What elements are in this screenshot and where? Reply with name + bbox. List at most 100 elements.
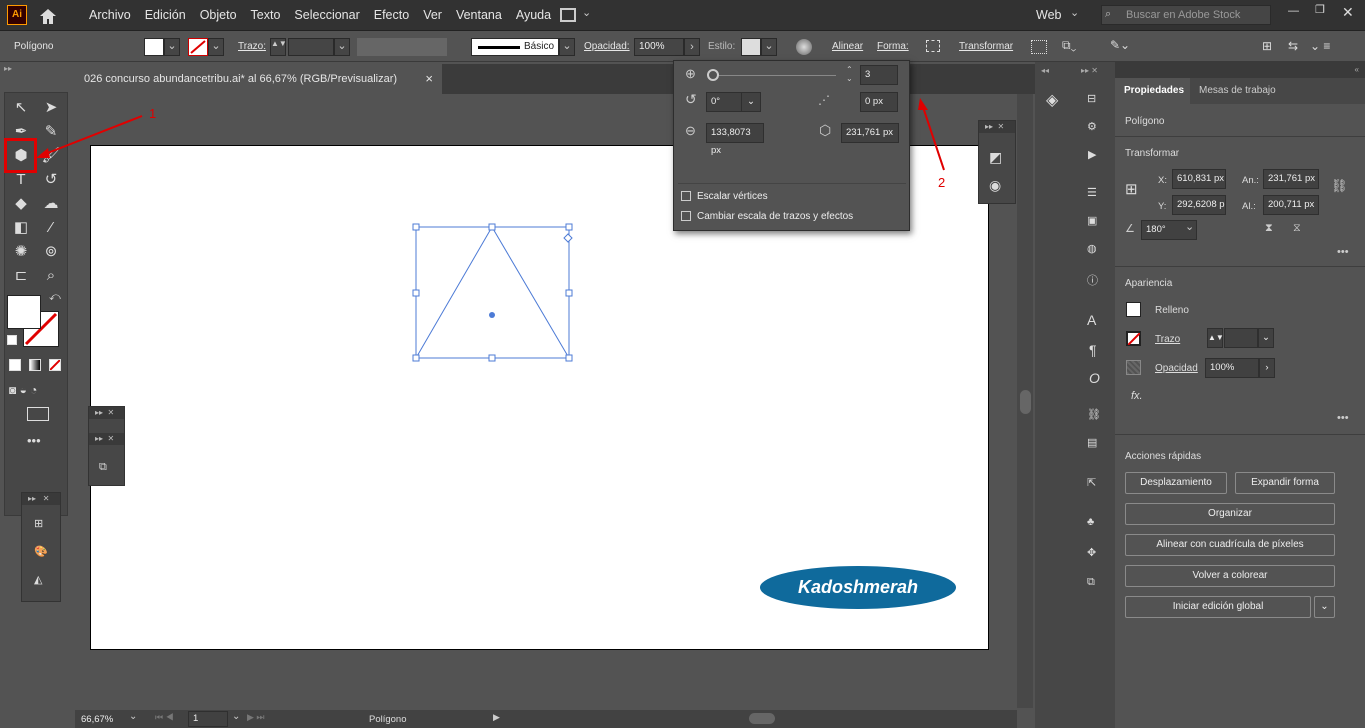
brush-dropdown[interactable]: ⌄ — [559, 38, 575, 56]
menu-icon[interactable]: ⌄ ≡ — [1310, 39, 1330, 53]
close-tab-icon[interactable]: × — [425, 64, 433, 94]
document-tab[interactable]: 026 concurso abundancetribu.ai* al 66,67… — [75, 64, 442, 94]
color-mode-icon[interactable] — [9, 359, 21, 371]
global-edit-dropdown[interactable]: ⌄ — [1314, 596, 1335, 618]
appearance-stroke-label[interactable]: Trazo — [1155, 334, 1180, 345]
stroke-dropdown[interactable]: ⌄ — [208, 38, 224, 56]
appearance-opacity-label[interactable]: Opacidad — [1155, 363, 1198, 374]
artboard-number-input[interactable]: 1 — [188, 711, 228, 727]
radius-input[interactable]: 133,8073 px — [706, 123, 764, 156]
offset-path-button[interactable]: Desplazamiento — [1125, 472, 1227, 494]
vertical-scroll-thumb[interactable] — [1020, 390, 1031, 414]
arrange-documents-icon[interactable] — [560, 8, 576, 22]
status-menu-arrow[interactable]: ▶ — [493, 712, 500, 723]
scale-vertices-checkbox[interactable] — [681, 191, 691, 202]
appearance-icon[interactable]: ◉ — [989, 177, 1001, 194]
symbols-panel-icon[interactable]: ♣ — [1087, 516, 1094, 528]
export-icon[interactable]: ⇱ — [1087, 476, 1096, 489]
tab-properties[interactable]: Propiedades — [1115, 78, 1194, 104]
menu-seleccionar[interactable]: Seleccionar — [287, 0, 366, 30]
screen-mode-icon[interactable] — [27, 407, 49, 421]
actions-play-icon[interactable]: ▶ — [1088, 148, 1096, 161]
appearance-more-options[interactable]: ••• — [1337, 412, 1349, 424]
menu-objeto[interactable]: Objeto — [193, 0, 244, 30]
transform-more-options[interactable]: ••• — [1337, 246, 1349, 258]
x-input[interactable]: 610,831 px — [1172, 169, 1226, 189]
stroke-weight-label[interactable]: Trazo: — [238, 41, 266, 52]
scale-vertices-option[interactable]: Escalar vértices — [681, 191, 768, 202]
paragraph-panel-icon[interactable]: ¶ — [1089, 342, 1097, 358]
transform-link[interactable]: Transformar — [959, 41, 1013, 52]
variable-width-profile[interactable] — [357, 38, 447, 56]
appearance-stroke-stepper[interactable]: ▲▼ — [1207, 328, 1224, 348]
selection-tool-icon[interactable]: ↖ — [10, 97, 32, 119]
appearance-stroke-weight-input[interactable] — [1224, 328, 1258, 348]
y-input[interactable]: 292,6208 p — [1172, 195, 1226, 215]
menu-archivo[interactable]: Archivo — [82, 0, 138, 30]
document-info-icon[interactable]: ▤ — [1087, 436, 1097, 449]
swap-colors-icon[interactable]: ⤺ — [49, 291, 61, 304]
sides-input[interactable]: 3 — [860, 65, 898, 85]
opacity-arrow[interactable]: › — [684, 38, 700, 56]
align-link[interactable]: Alinear — [832, 41, 863, 52]
artboard-tool-icon[interactable]: ⊏ — [10, 265, 32, 287]
stroke-weight-input[interactable] — [288, 38, 334, 56]
expand-shape-button[interactable]: Expandir forma — [1235, 472, 1335, 494]
pathfinder-icon[interactable]: ⧉ — [99, 461, 107, 474]
puppet-icon[interactable]: ✥ — [1087, 546, 1096, 559]
flip-vertical-icon[interactable]: ⧖ — [1293, 222, 1301, 235]
style-swatch[interactable] — [741, 38, 761, 56]
none-mode-icon[interactable] — [49, 359, 61, 371]
stroke-swatch[interactable] — [188, 38, 208, 56]
first-artboard-icon[interactable]: ⏮ ◀ — [155, 712, 174, 723]
fill-swatch[interactable] — [144, 38, 164, 56]
minimize-icon[interactable]: — — [1288, 5, 1299, 17]
gradient-panel-icon[interactable]: ◭ — [34, 573, 42, 586]
opacity-label[interactable]: Opacidad: — [584, 41, 630, 52]
home-icon[interactable] — [38, 7, 58, 25]
arrange-button[interactable]: Organizar — [1125, 503, 1335, 525]
constrain-proportions-icon[interactable]: ⛓ — [1331, 178, 1348, 194]
asset-export-icon[interactable]: ⧉ — [1087, 576, 1095, 589]
appearance-fill-swatch[interactable] — [1126, 302, 1141, 317]
menu-efecto[interactable]: Efecto — [367, 0, 416, 30]
fx-icon[interactable]: fx. — [1131, 390, 1143, 402]
recolor-artwork-icon[interactable] — [796, 39, 812, 55]
edit-toolbar-icon[interactable]: ••• — [27, 433, 41, 448]
align-pixel-grid-button[interactable]: Alinear con cuadrícula de píxeles — [1125, 534, 1335, 556]
symbol-sprayer-tool-icon[interactable]: ✺ — [10, 241, 32, 263]
reference-point-icon[interactable]: ⊞ — [1125, 180, 1138, 198]
navigator-icon[interactable]: ⊞ — [34, 517, 43, 530]
brush-definition[interactable]: Básico — [471, 38, 559, 56]
transparency-panel-icon[interactable]: ◍ — [1087, 242, 1097, 255]
menu-ver[interactable]: Ver — [416, 0, 449, 30]
workspace-chevron-icon[interactable]: ⌄ — [1070, 6, 1079, 19]
transform-panel-icon[interactable]: ⊟ — [1087, 92, 1096, 105]
layers-icon[interactable]: ◈ — [1046, 90, 1058, 110]
vertical-scrollbar[interactable] — [1017, 94, 1033, 708]
puppet-warp-icon[interactable]: ⧉⌄ — [1062, 38, 1076, 53]
scale-strokes-checkbox[interactable] — [681, 211, 691, 222]
image-trace-icon[interactable]: ◩ — [989, 149, 1002, 166]
warp-tool-icon[interactable]: ☁ — [40, 193, 62, 215]
shape-properties-icon[interactable] — [926, 40, 940, 52]
maximize-icon[interactable]: ❐ — [1315, 3, 1325, 16]
appearance-stroke-swatch[interactable] — [1126, 331, 1141, 346]
next-artboard-icon[interactable]: ▶ ⏭ — [247, 712, 265, 723]
side-length-input[interactable]: 231,761 px — [841, 123, 899, 143]
menu-ventana[interactable]: Ventana — [449, 0, 509, 30]
distribute-icon[interactable]: ⇆ — [1288, 39, 1298, 53]
info-panel-icon[interactable]: ⓘ — [1087, 272, 1098, 288]
isolate-icon[interactable] — [1031, 40, 1047, 54]
appearance-stroke-dropdown[interactable]: ⌄ — [1258, 328, 1274, 348]
sides-slider[interactable] — [710, 75, 836, 76]
menu-ayuda[interactable]: Ayuda — [509, 0, 558, 30]
scale-strokes-option[interactable]: Cambiar escala de trazos y efectos — [681, 211, 853, 222]
fill-color-box[interactable] — [7, 295, 41, 329]
properties-panel-icon[interactable]: ⚙ — [1087, 120, 1097, 133]
selected-triangle[interactable] — [410, 222, 576, 364]
links-panel-icon[interactable]: ⛓ — [1087, 408, 1101, 421]
stroke-weight-dropdown[interactable]: ⌄ — [334, 38, 350, 56]
zoom-level[interactable]: 66,67% — [81, 714, 113, 725]
stroke-panel-icon[interactable]: ☰ — [1087, 186, 1097, 199]
